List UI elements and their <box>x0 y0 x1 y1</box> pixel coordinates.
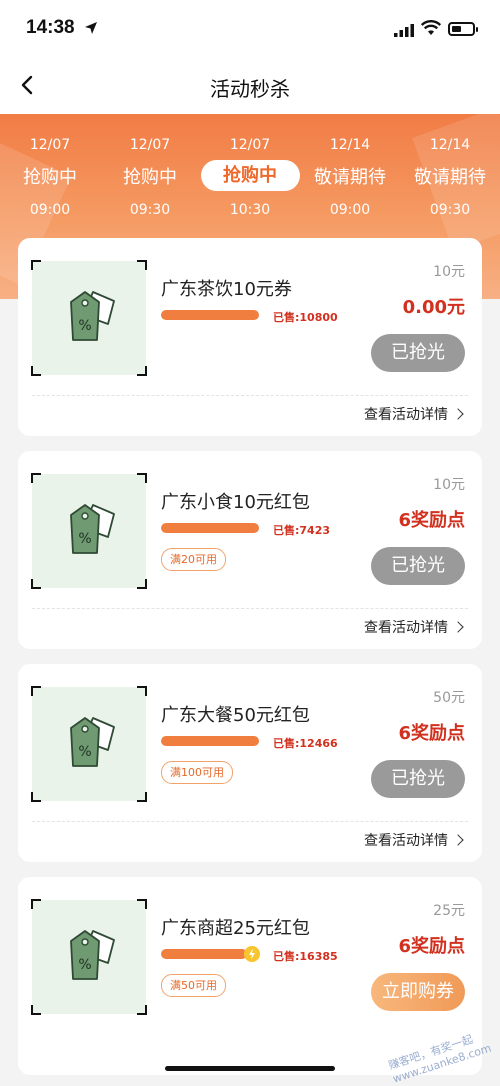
coupon-thumbnail: % <box>31 899 147 1015</box>
nav-bar: 活动秒杀 <box>0 62 500 114</box>
usage-condition-tag: 满20可用 <box>161 548 226 571</box>
session-state: 抢购中 <box>123 167 177 188</box>
sold-count: 已售:16385 <box>273 950 338 963</box>
coupon-name: 广东茶饮10元券 <box>161 279 292 300</box>
view-details-link[interactable]: 查看活动详情 <box>364 617 464 637</box>
view-details-label: 查看活动详情 <box>364 407 448 423</box>
svg-text:%: % <box>78 744 91 760</box>
price-tag-icon: % <box>70 930 115 980</box>
sold-out-button[interactable]: 已抢光 <box>371 334 465 372</box>
original-value: 50元 <box>433 690 465 706</box>
status-time: 14:38 <box>26 17 75 38</box>
session-state: 敬请期待 <box>414 167 486 188</box>
original-value: 10元 <box>433 477 465 493</box>
session-time: 09:30 <box>129 202 171 218</box>
session-time: 10:30 <box>229 202 271 218</box>
original-value: 10元 <box>433 264 465 280</box>
coupon-card: % 广东茶饮10元券 已售:10800 10元 0.00元 已抢光 查看活动详情 <box>18 238 482 436</box>
sold-count: 已售:10800 <box>273 311 338 324</box>
cellular-signal-icon <box>394 24 414 37</box>
usage-condition-tag: 满50可用 <box>161 974 226 997</box>
coupon-price: 6奖励点 <box>398 510 465 531</box>
home-indicator[interactable] <box>165 1066 335 1071</box>
session-date: 12/14 <box>329 137 371 153</box>
view-details-link[interactable]: 查看活动详情 <box>364 404 464 424</box>
svg-text:%: % <box>78 318 91 334</box>
session-date: 12/07 <box>129 137 171 153</box>
sales-progress-bar <box>161 310 259 320</box>
sales-progress-bar <box>161 736 259 746</box>
svg-text:%: % <box>78 957 91 973</box>
session-date: 12/07 <box>29 137 71 153</box>
coupon-price: 0.00元 <box>402 297 465 318</box>
sold-count: 已售:7423 <box>273 524 331 537</box>
view-details-label: 查看活动详情 <box>364 833 448 849</box>
svg-text:%: % <box>78 531 91 547</box>
location-arrow-icon <box>85 22 97 34</box>
view-details-label: 查看活动详情 <box>364 620 448 636</box>
coupon-price: 6奖励点 <box>398 936 465 957</box>
coupon-name: 广东小食10元红包 <box>161 492 310 513</box>
sales-progress-bar <box>161 523 259 533</box>
page-title: 活动秒杀 <box>210 77 290 101</box>
session-time: 09:00 <box>329 202 371 218</box>
coupon-card: % 广东商超25元红包 已售:16385 满50可用 25元 6奖励点 立即购券 <box>18 877 482 1075</box>
chevron-right-icon <box>452 408 464 420</box>
sold-out-button[interactable]: 已抢光 <box>371 760 465 798</box>
session-date: 12/14 <box>429 137 471 153</box>
session-time: 09:30 <box>429 202 471 218</box>
lightning-icon <box>244 946 260 962</box>
session-time: 09:00 <box>29 202 71 218</box>
wifi-icon <box>421 20 441 35</box>
session-state: 抢购中 <box>200 160 300 191</box>
coupon-thumbnail: % <box>31 686 147 802</box>
view-details-link[interactable]: 查看活动详情 <box>364 830 464 850</box>
coupon-card: % 广东大餐50元红包 已售:12466 满100可用 50元 6奖励点 已抢光… <box>18 664 482 862</box>
sold-count: 已售:12466 <box>273 737 338 750</box>
battery-icon <box>448 22 478 36</box>
status-bar: 14:38 <box>0 0 500 62</box>
buy-now-button[interactable]: 立即购券 <box>371 973 465 1011</box>
session-state: 敬请期待 <box>314 167 386 188</box>
coupon-name: 广东商超25元红包 <box>161 918 310 939</box>
coupon-card: % 广东小食10元红包 已售:7423 满20可用 10元 6奖励点 已抢光 查… <box>18 451 482 649</box>
sales-progress-bar <box>161 949 247 959</box>
chevron-right-icon <box>452 621 464 633</box>
chevron-right-icon <box>452 834 464 846</box>
usage-condition-tag: 满100可用 <box>161 761 233 784</box>
sold-out-button[interactable]: 已抢光 <box>371 547 465 585</box>
coupon-name: 广东大餐50元红包 <box>161 705 310 726</box>
coupon-thumbnail: % <box>31 473 147 589</box>
coupon-thumbnail: % <box>31 260 147 376</box>
card-divider <box>32 395 468 396</box>
price-tag-icon: % <box>70 717 115 767</box>
original-value: 25元 <box>433 903 465 919</box>
session-state: 抢购中 <box>23 167 77 188</box>
coupon-price: 6奖励点 <box>398 723 465 744</box>
session-date: 12/07 <box>229 137 271 153</box>
price-tag-icon: % <box>70 504 115 554</box>
price-tag-icon: % <box>70 291 115 341</box>
card-divider <box>32 608 468 609</box>
card-divider <box>32 821 468 822</box>
